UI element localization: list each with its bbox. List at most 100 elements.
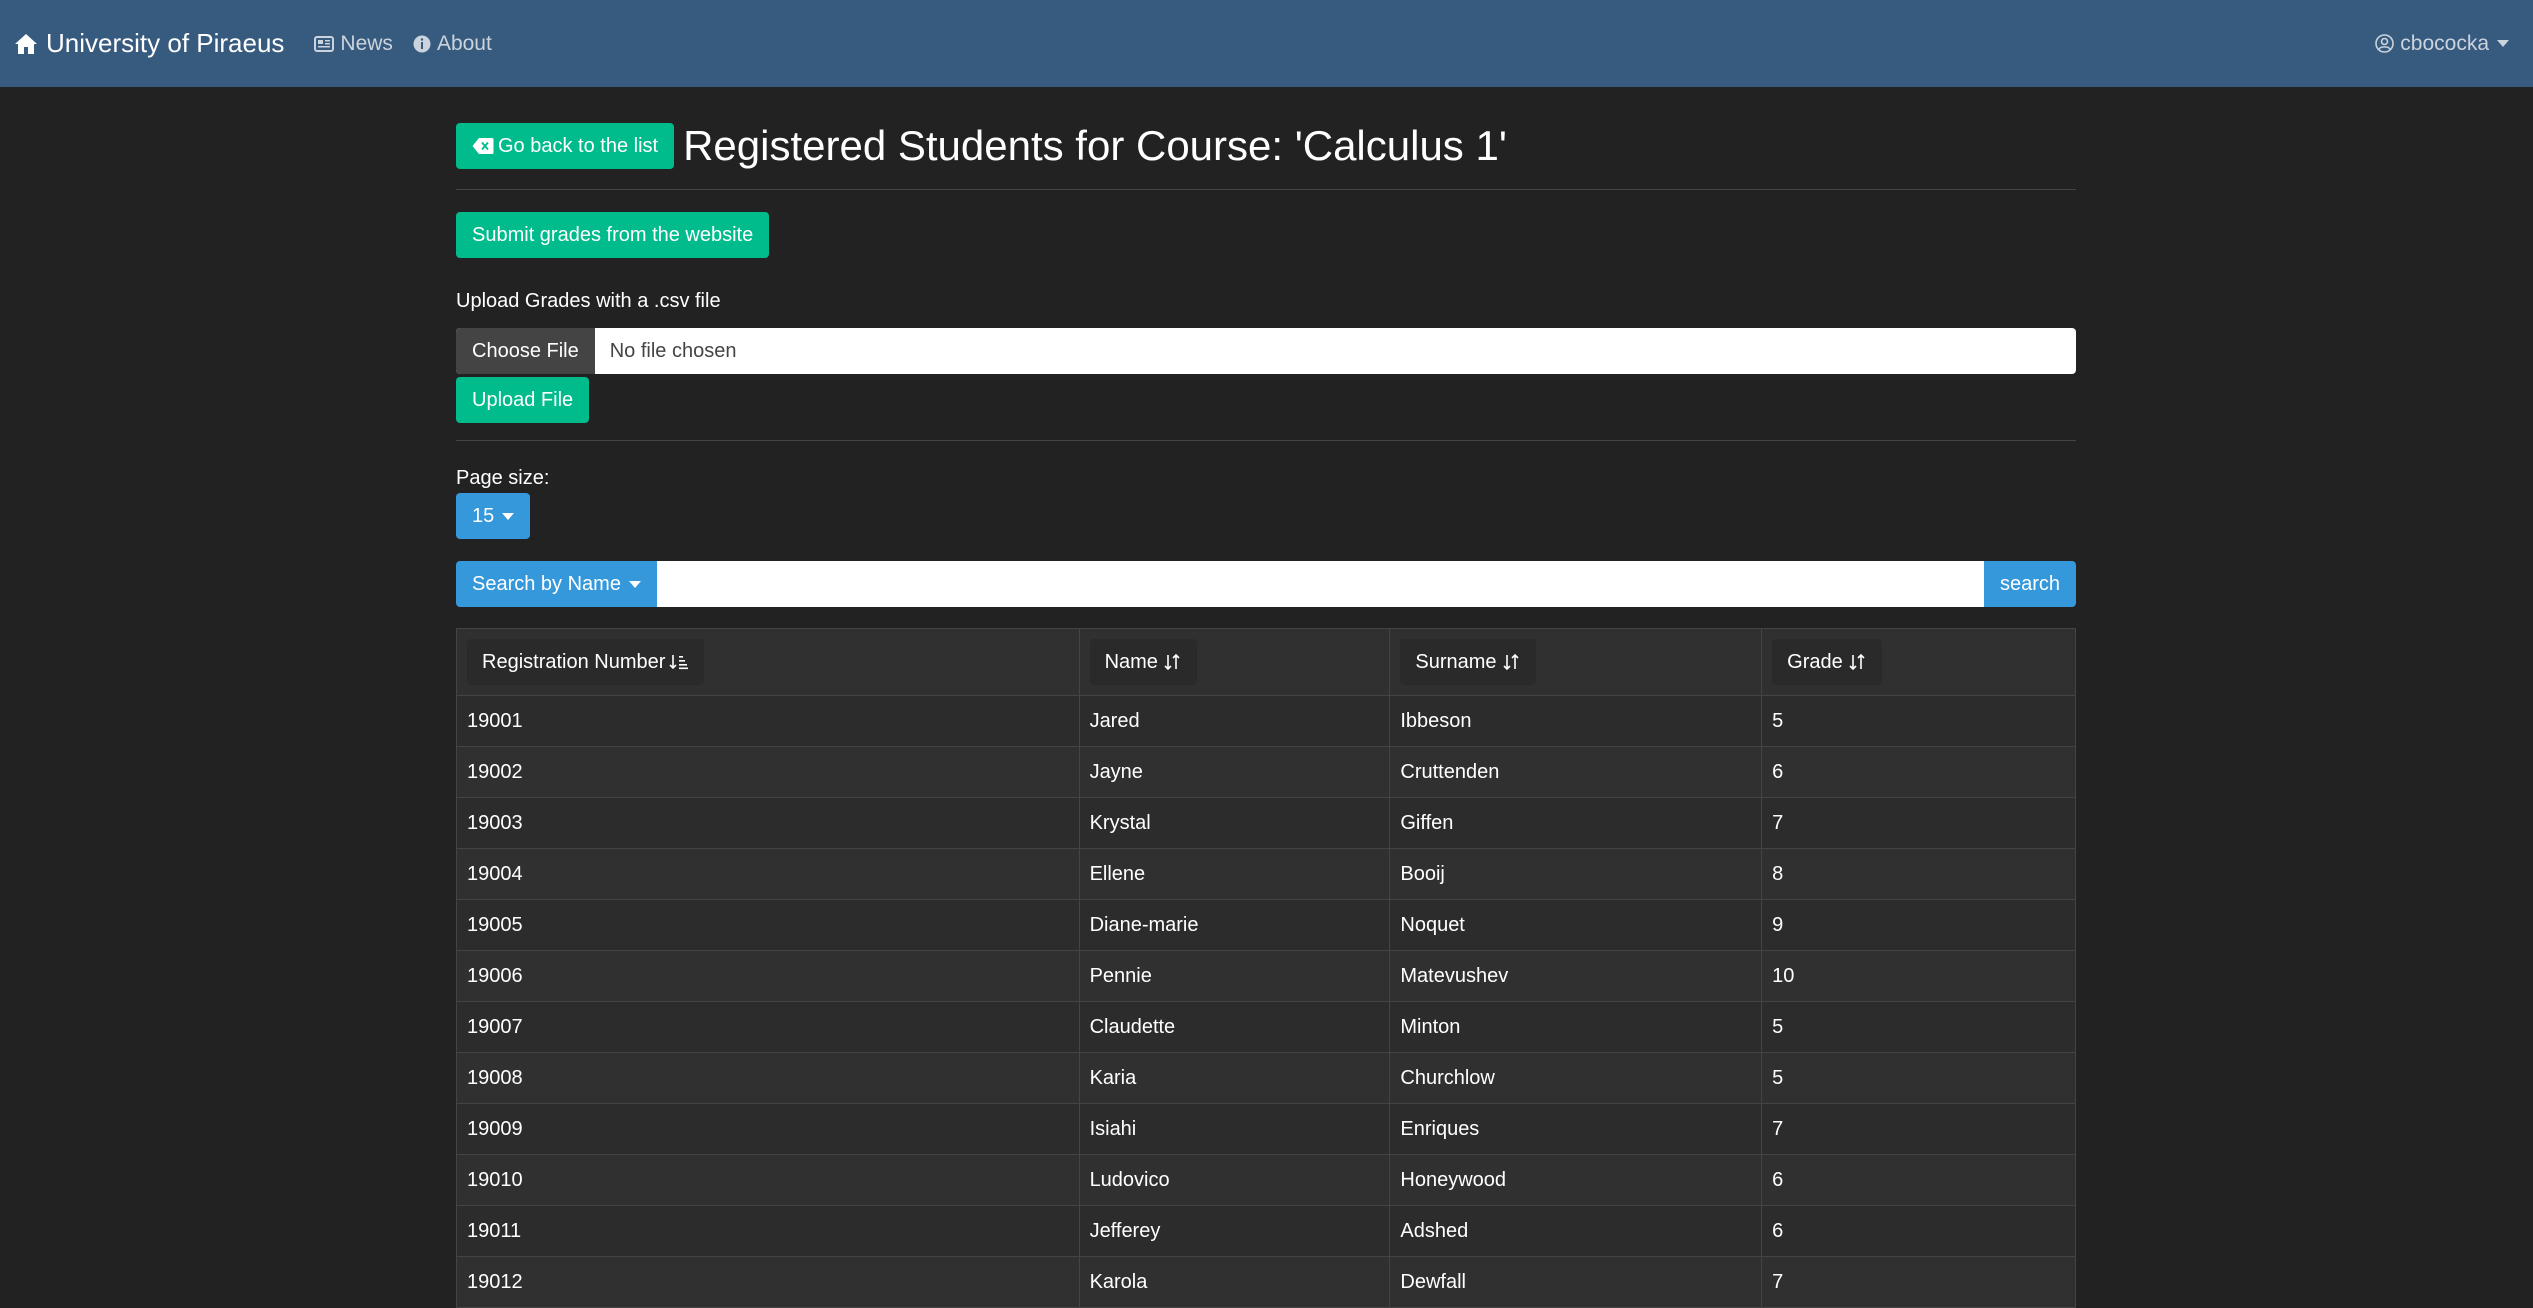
upload-label: Upload Grades with a .csv file (456, 290, 721, 312)
name-cell: Claudette (1078, 1001, 1391, 1053)
user-menu[interactable]: cbococka (2375, 0, 2509, 87)
grade-cell: 7 (1761, 1103, 2076, 1155)
search-button[interactable]: search (1983, 561, 2076, 607)
table-row: 19003 Krystal Giffen 7 (456, 797, 2076, 849)
header-cell: Grade (1761, 628, 2076, 696)
grade-cell: 10 (1761, 950, 2076, 1002)
table-row: 19009 Isiahi Enriques 7 (456, 1103, 2076, 1155)
registration-cell: 19012 (456, 1256, 1080, 1308)
table-row: 19002 Jayne Cruttenden 6 (456, 746, 2076, 798)
sort-icon (1849, 653, 1865, 671)
sort-name-button[interactable]: Name (1089, 639, 1197, 685)
grade-cell: 7 (1761, 1256, 2076, 1308)
header-cell: Name (1078, 628, 1391, 696)
top-navbar: University of Piraeus News About cbocock… (0, 0, 2533, 87)
table-row: 19008 Karia Churchlow 5 (456, 1052, 2076, 1104)
page-title: Registered Students for Course: 'Calculu… (683, 122, 1507, 169)
nav-about[interactable]: About (413, 32, 492, 56)
info-circle-icon (413, 35, 431, 52)
brand-link[interactable]: University of Piraeus (14, 28, 284, 59)
header-cell: Registration Number (456, 628, 1080, 696)
newspaper-icon (314, 35, 335, 52)
table-row: 19001 Jared Ibbeson 5 (456, 695, 2076, 747)
table-row: 19004 Ellene Booij 8 (456, 848, 2076, 900)
title-row: Go back to the list Registered Students … (456, 122, 1507, 170)
name-cell: Krystal (1078, 797, 1391, 849)
surname-cell: Booij (1389, 848, 1763, 900)
table-row: 19011 Jefferey Adshed 6 (456, 1205, 2076, 1257)
upload-file-button[interactable]: Upload File (456, 377, 590, 423)
surname-cell: Noquet (1389, 899, 1763, 951)
grade-cell: 5 (1761, 695, 2076, 747)
name-cell: Karola (1078, 1256, 1391, 1308)
page-size-dropdown[interactable]: 15 (456, 493, 531, 539)
surname-cell: Churchlow (1389, 1052, 1763, 1104)
sort-ascending-icon (669, 655, 689, 670)
search-mode-label: Search by Name (472, 572, 621, 595)
grade-cell: 8 (1761, 848, 2076, 900)
name-cell: Pennie (1078, 950, 1391, 1002)
table-row: 19010 Ludovico Honeywood 6 (456, 1154, 2076, 1206)
home-icon (15, 33, 37, 54)
table-header-row: Registration Number Name Surname Grade (456, 628, 2076, 696)
chevron-down-icon (2497, 40, 2509, 47)
name-cell: Diane-marie (1078, 899, 1391, 951)
table-row: 19007 Claudette Minton 5 (456, 1001, 2076, 1053)
sort-registration-button[interactable]: Registration Number (467, 639, 705, 685)
registration-cell: 19002 (456, 746, 1080, 798)
search-mode-dropdown[interactable]: Search by Name (456, 561, 657, 607)
students-table: Registration Number Name Surname Grade 1… (456, 628, 2076, 1308)
file-status: No file chosen (609, 339, 737, 362)
file-input[interactable]: Choose File No file chosen (456, 328, 2076, 374)
name-cell: Ellene (1078, 848, 1391, 900)
table-row: 19006 Pennie Matevushev 10 (456, 950, 2076, 1002)
sort-icon (1502, 653, 1519, 671)
sort-surname-button[interactable]: Surname (1400, 639, 1536, 685)
name-cell: Jared (1078, 695, 1391, 747)
grade-cell: 5 (1761, 1052, 2076, 1104)
column-label: Registration Number (482, 650, 666, 673)
registration-cell: 19005 (456, 899, 1080, 951)
registration-cell: 19006 (456, 950, 1080, 1002)
column-label: Grade (1787, 650, 1843, 673)
nav-news-label: News (340, 31, 393, 55)
registration-cell: 19007 (456, 1001, 1080, 1053)
column-label: Name (1104, 650, 1158, 673)
brand-label: University of Piraeus (46, 28, 285, 58)
choose-file-button[interactable]: Choose File (456, 328, 595, 374)
grade-cell: 9 (1761, 899, 2076, 951)
name-cell: Karia (1078, 1052, 1391, 1104)
divider (456, 440, 2076, 441)
header-cell: Surname (1389, 628, 1763, 696)
registration-cell: 19004 (456, 848, 1080, 900)
name-cell: Ludovico (1078, 1154, 1391, 1206)
name-cell: Jayne (1078, 746, 1391, 798)
page-size-label: Page size: (456, 467, 550, 489)
registration-cell: 19001 (456, 695, 1080, 747)
surname-cell: Minton (1389, 1001, 1763, 1053)
search-input[interactable] (656, 561, 1984, 607)
nav-about-label: About (436, 31, 492, 55)
surname-cell: Honeywood (1389, 1154, 1763, 1206)
username: cbococka (2400, 31, 2489, 55)
surname-cell: Giffen (1389, 797, 1763, 849)
table-body: 19001 Jared Ibbeson 5 19002 Jayne Cruttenden 6 1… (456, 695, 2076, 1308)
go-back-button[interactable]: Go back to the list (456, 123, 675, 169)
go-back-label: Go back to the list (498, 134, 659, 157)
surname-cell: Adshed (1389, 1205, 1763, 1257)
sort-grade-button[interactable]: Grade (1772, 639, 1882, 685)
submit-grades-button[interactable]: Submit grades from the website (456, 212, 770, 258)
nav-news[interactable]: News (314, 32, 393, 56)
search-bar: Search by Name search (456, 561, 2076, 607)
column-label: Surname (1415, 650, 1497, 673)
registration-cell: 19011 (456, 1205, 1080, 1257)
surname-cell: Matevushev (1389, 950, 1763, 1002)
registration-cell: 19003 (456, 797, 1080, 849)
sort-icon (1164, 653, 1180, 671)
registration-cell: 19010 (456, 1154, 1080, 1206)
grade-cell: 6 (1761, 1205, 2076, 1257)
page-size-value: 15 (472, 504, 495, 527)
registration-cell: 19008 (456, 1052, 1080, 1104)
table-row: 19012 Karola Dewfall 7 (456, 1256, 2076, 1308)
registration-cell: 19009 (456, 1103, 1080, 1155)
